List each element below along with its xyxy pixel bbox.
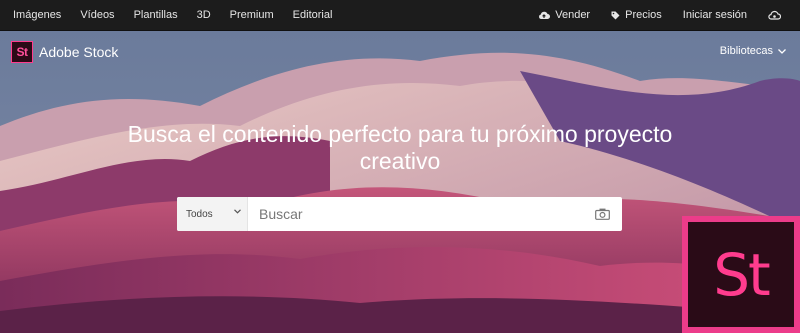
adobe-stock-brand[interactable]: St Adobe Stock: [11, 41, 118, 63]
app-icon-letters: St: [688, 222, 794, 327]
headline-line-1: Busca el contenido perfecto para tu próx…: [127, 121, 673, 147]
search-input[interactable]: [248, 197, 582, 231]
nav-link-images[interactable]: Imágenes: [13, 9, 61, 21]
nav-link-3d[interactable]: 3D: [197, 9, 211, 21]
headline-line-2: creativo: [359, 148, 441, 174]
adobe-stock-app-icon: St: [682, 216, 800, 333]
nav-link-premium[interactable]: Premium: [230, 9, 274, 21]
chevron-down-icon: [234, 209, 241, 214]
nav-link-editorial[interactable]: Editorial: [293, 9, 333, 21]
sell-link[interactable]: Vender: [538, 9, 590, 21]
libraries-label: Bibliotecas: [719, 45, 773, 57]
hero-background-illustration: [0, 31, 800, 333]
nav-link-templates[interactable]: Plantillas: [134, 9, 178, 21]
chevron-down-icon: [778, 48, 786, 54]
signin-label: Iniciar sesión: [682, 9, 747, 21]
libraries-menu[interactable]: Bibliotecas: [720, 45, 786, 57]
search-bar: Todos: [177, 197, 622, 231]
cloud-sync-button[interactable]: [768, 10, 786, 20]
brand-name: Adobe Stock: [39, 44, 119, 60]
hero-banner: St Adobe Stock Bibliotecas Busca el cont…: [0, 31, 800, 333]
signin-link[interactable]: Iniciar sesión: [683, 9, 747, 21]
visual-search-button[interactable]: [582, 197, 622, 231]
adobe-stock-logo: St: [11, 41, 33, 63]
content-type-nav: Imágenes Vídeos Plantillas 3D Premium Ed…: [0, 9, 351, 21]
pricing-label: Precios: [625, 9, 662, 21]
nav-link-videos[interactable]: Vídeos: [80, 9, 114, 21]
hero-headline: Busca el contenido perfecto para tu próx…: [100, 121, 700, 175]
top-navigation-bar: Imágenes Vídeos Plantillas 3D Premium Ed…: [0, 0, 800, 31]
upload-cloud-icon: [539, 11, 551, 19]
category-select[interactable]: Todos: [177, 197, 248, 231]
category-selected-value: Todos: [186, 208, 213, 220]
camera-icon: [594, 208, 610, 220]
cloud-sync-icon: [768, 10, 781, 20]
tag-icon: [611, 11, 620, 19]
account-nav: Vender Precios Iniciar sesión: [517, 9, 800, 21]
sell-label: Vender: [555, 9, 591, 21]
pricing-link[interactable]: Precios: [611, 9, 662, 21]
